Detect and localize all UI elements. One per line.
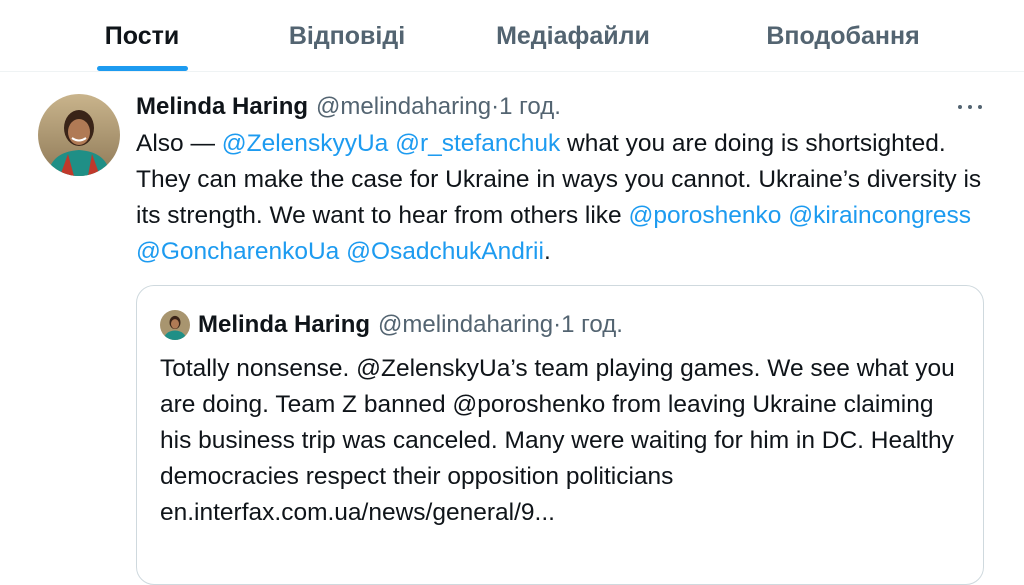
quote-author-handle[interactable]: @melindaharing <box>378 311 553 339</box>
mention-link[interactable]: @OsadchukAndrii <box>346 238 544 265</box>
mention-link[interactable]: @poroshenko <box>628 202 781 229</box>
quote-text: Totally nonsense. @ZelenskyUa’s team pla… <box>160 355 955 526</box>
tweet-header: Melinda Haring @melindaharing · 1 год. <box>136 92 561 122</box>
quote-header: Melinda Haring @melindaharing · 1 год. <box>198 310 623 340</box>
tweet-text: Also — @ZelenskyyUa @r_stefanchuk what y… <box>136 126 996 270</box>
mention-link[interactable]: @kiraincongress <box>788 202 971 229</box>
quoted-tweet[interactable]: Melinda Haring @melindaharing · 1 год. T… <box>136 285 984 585</box>
active-tab-indicator <box>97 66 188 71</box>
mention-link[interactable]: @GoncharenkoUa <box>136 238 339 265</box>
mention-link[interactable]: @r_stefanchuk <box>395 130 560 157</box>
more-horizontal-icon[interactable] <box>950 94 990 120</box>
author-name[interactable]: Melinda Haring <box>136 93 308 121</box>
text-segment: Also — <box>136 130 222 157</box>
quote-avatar[interactable] <box>160 310 190 340</box>
author-handle[interactable]: @melindaharing <box>316 93 491 121</box>
separator-dot: · <box>491 93 500 120</box>
tab-posts[interactable]: Пости <box>72 0 212 72</box>
tweet-time[interactable]: 1 год. <box>499 93 561 121</box>
quote-time[interactable]: 1 год. <box>561 311 623 339</box>
tweet[interactable]: Melinda Haring @melindaharing · 1 год. A… <box>0 72 1024 585</box>
tab-replies[interactable]: Відповіді <box>272 0 422 72</box>
avatar[interactable] <box>38 94 120 176</box>
separator-dot: · <box>553 311 562 338</box>
mention-link[interactable]: @ZelenskyyUa <box>222 130 388 157</box>
tab-likes[interactable]: Вподобання <box>748 0 938 72</box>
tab-media[interactable]: Медіафайли <box>478 0 668 72</box>
quote-author-name[interactable]: Melinda Haring <box>198 311 370 339</box>
text-segment: . <box>543 238 551 265</box>
profile-tabs: Пости Відповіді Медіафайли Вподобання <box>0 0 1024 72</box>
